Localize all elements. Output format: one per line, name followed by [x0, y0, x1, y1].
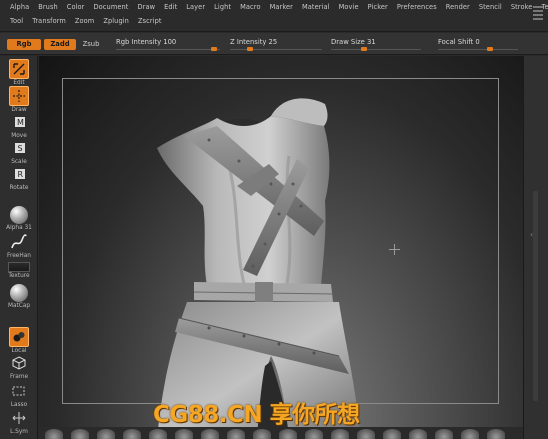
sculpt-model-vest[interactable] [39, 56, 523, 439]
lasso-icon [9, 381, 29, 401]
svg-text:R: R [18, 170, 24, 179]
draw-icon [9, 86, 29, 106]
draw-size-label: Draw Size 31 [331, 38, 376, 46]
alpha-button[interactable]: Alpha 31 [4, 206, 34, 231]
rgb-intensity-slider[interactable]: Rgb Intensity 100 [116, 38, 220, 54]
brush-thumb-icon[interactable] [97, 429, 115, 439]
freehand-stroke-icon [9, 232, 29, 252]
brush-thumb-icon[interactable] [331, 429, 349, 439]
menu-item-draw[interactable]: Draw [137, 3, 155, 15]
lsym-icon [9, 408, 29, 428]
brush-thumb-icon[interactable] [383, 429, 401, 439]
brush-thumb-icon[interactable] [45, 429, 63, 439]
brush-thumb-icon[interactable] [357, 429, 375, 439]
menu-handle-icon[interactable] [531, 4, 545, 26]
brush-thumb-icon[interactable] [279, 429, 297, 439]
menu-item-preferences[interactable]: Preferences [397, 3, 437, 15]
z-intensity-knob[interactable] [247, 47, 253, 51]
brush-thumb-icon[interactable] [305, 429, 323, 439]
lasso-button[interactable]: Lasso [4, 381, 34, 408]
matcap-sphere-icon [10, 284, 28, 302]
edit-icon [9, 59, 29, 79]
focal-shift-label: Focal Shift 0 [438, 38, 480, 46]
z-intensity-slider[interactable]: Z Intensity 25 [230, 38, 322, 54]
brush-thumb-icon[interactable] [71, 429, 89, 439]
move-button[interactable]: M Move [4, 112, 34, 139]
brush-thumb-icon[interactable] [461, 429, 479, 439]
zsub-toggle[interactable]: Zsub [79, 39, 103, 50]
brush-thumb-icon[interactable] [409, 429, 427, 439]
tool-options-bar: Rgb Zadd Zsub Rgb Intensity 100 Z Intens… [0, 33, 548, 55]
viewport-scrollbar[interactable] [533, 191, 538, 401]
local-button[interactable]: Local [4, 327, 34, 354]
zadd-toggle[interactable]: Zadd [44, 39, 76, 50]
local-icon [9, 327, 29, 347]
menu-item-document[interactable]: Document [94, 3, 129, 15]
scale-button[interactable]: S Scale [4, 138, 34, 165]
rotate-button[interactable]: R Rotate [4, 164, 34, 191]
edit-button[interactable]: Edit [4, 59, 34, 86]
menu-row-primary: Alpha Brush Color Document Draw Edit Layer Ligh… [10, 3, 548, 15]
svg-text:S: S [18, 144, 23, 153]
rotate-icon: R [9, 164, 29, 184]
menu-item-alpha[interactable]: Alpha [10, 3, 29, 15]
focal-shift-knob[interactable] [487, 47, 493, 51]
menu-item-zoom[interactable]: Zoom [75, 17, 94, 29]
menu-item-stencil[interactable]: Stencil [479, 3, 502, 15]
focal-shift-slider[interactable]: Focal Shift 0 [438, 38, 518, 54]
brush-thumb-icon[interactable] [149, 429, 167, 439]
frame-cube-icon [9, 353, 29, 373]
texture-swatch-icon [8, 262, 30, 272]
matcap-button[interactable]: MatCap [4, 284, 34, 309]
menu-item-transform[interactable]: Transform [32, 17, 66, 29]
menu-item-macro[interactable]: Macro [240, 3, 260, 15]
rgb-toggle[interactable]: Rgb [7, 39, 41, 50]
document-viewport[interactable] [39, 56, 523, 439]
alpha-sphere-icon [10, 206, 28, 224]
draw-button[interactable]: Draw [4, 86, 34, 113]
menu-item-brush[interactable]: Brush [38, 3, 58, 15]
left-shelf: Edit Draw M Move S Scale R Rotate Alpha … [0, 56, 38, 439]
scale-icon: S [9, 138, 29, 158]
texture-button[interactable]: Texture [4, 262, 34, 279]
rgb-intensity-knob[interactable] [211, 47, 217, 51]
menu-item-zplugin[interactable]: Zplugin [103, 17, 129, 29]
draw-size-slider[interactable]: Draw Size 31 [331, 38, 421, 54]
brush-cursor-icon [389, 244, 400, 255]
menu-item-light[interactable]: Light [214, 3, 231, 15]
brush-thumb-icon[interactable] [201, 429, 219, 439]
watermark-text: CG88.CN 享你所想 [153, 402, 360, 428]
draw-size-knob[interactable] [361, 47, 367, 51]
menu-item-marker[interactable]: Marker [270, 3, 293, 15]
move-icon: M [9, 112, 29, 132]
menu-item-movie[interactable]: Movie [339, 3, 359, 15]
brush-thumb-icon[interactable] [227, 429, 245, 439]
main-menu-bar: Alpha Brush Color Document Draw Edit Layer Ligh… [0, 0, 548, 32]
brush-thumb-icon[interactable] [487, 429, 505, 439]
menu-item-picker[interactable]: Picker [368, 3, 388, 15]
menu-item-edit[interactable]: Edit [164, 3, 177, 15]
menu-row-secondary: Tool Transform Zoom Zplugin Zscript [10, 17, 162, 29]
stroke-button[interactable]: FreeHan [4, 232, 34, 259]
brush-thumb-icon[interactable] [175, 429, 193, 439]
menu-item-layer[interactable]: Layer [186, 3, 205, 15]
right-shelf: ‹ [523, 56, 548, 439]
rgb-intensity-label: Rgb Intensity 100 [116, 38, 177, 46]
svg-text:M: M [17, 118, 24, 127]
brush-thumb-icon[interactable] [253, 429, 271, 439]
menu-item-color[interactable]: Color [67, 3, 85, 15]
menu-item-render[interactable]: Render [446, 3, 470, 15]
brush-thumb-icon[interactable] [123, 429, 141, 439]
lsym-button[interactable]: L.Sym [4, 408, 34, 435]
collapse-arrow-icon[interactable]: ‹ [530, 230, 533, 239]
menu-item-tool[interactable]: Tool [10, 17, 23, 29]
frame-button[interactable]: Frame [4, 353, 34, 380]
menu-item-material[interactable]: Material [302, 3, 330, 15]
menu-item-stroke[interactable]: Stroke [511, 3, 533, 15]
menu-item-zscript[interactable]: Zscript [138, 17, 162, 29]
z-intensity-label: Z Intensity 25 [230, 38, 278, 46]
brush-thumb-icon[interactable] [435, 429, 453, 439]
